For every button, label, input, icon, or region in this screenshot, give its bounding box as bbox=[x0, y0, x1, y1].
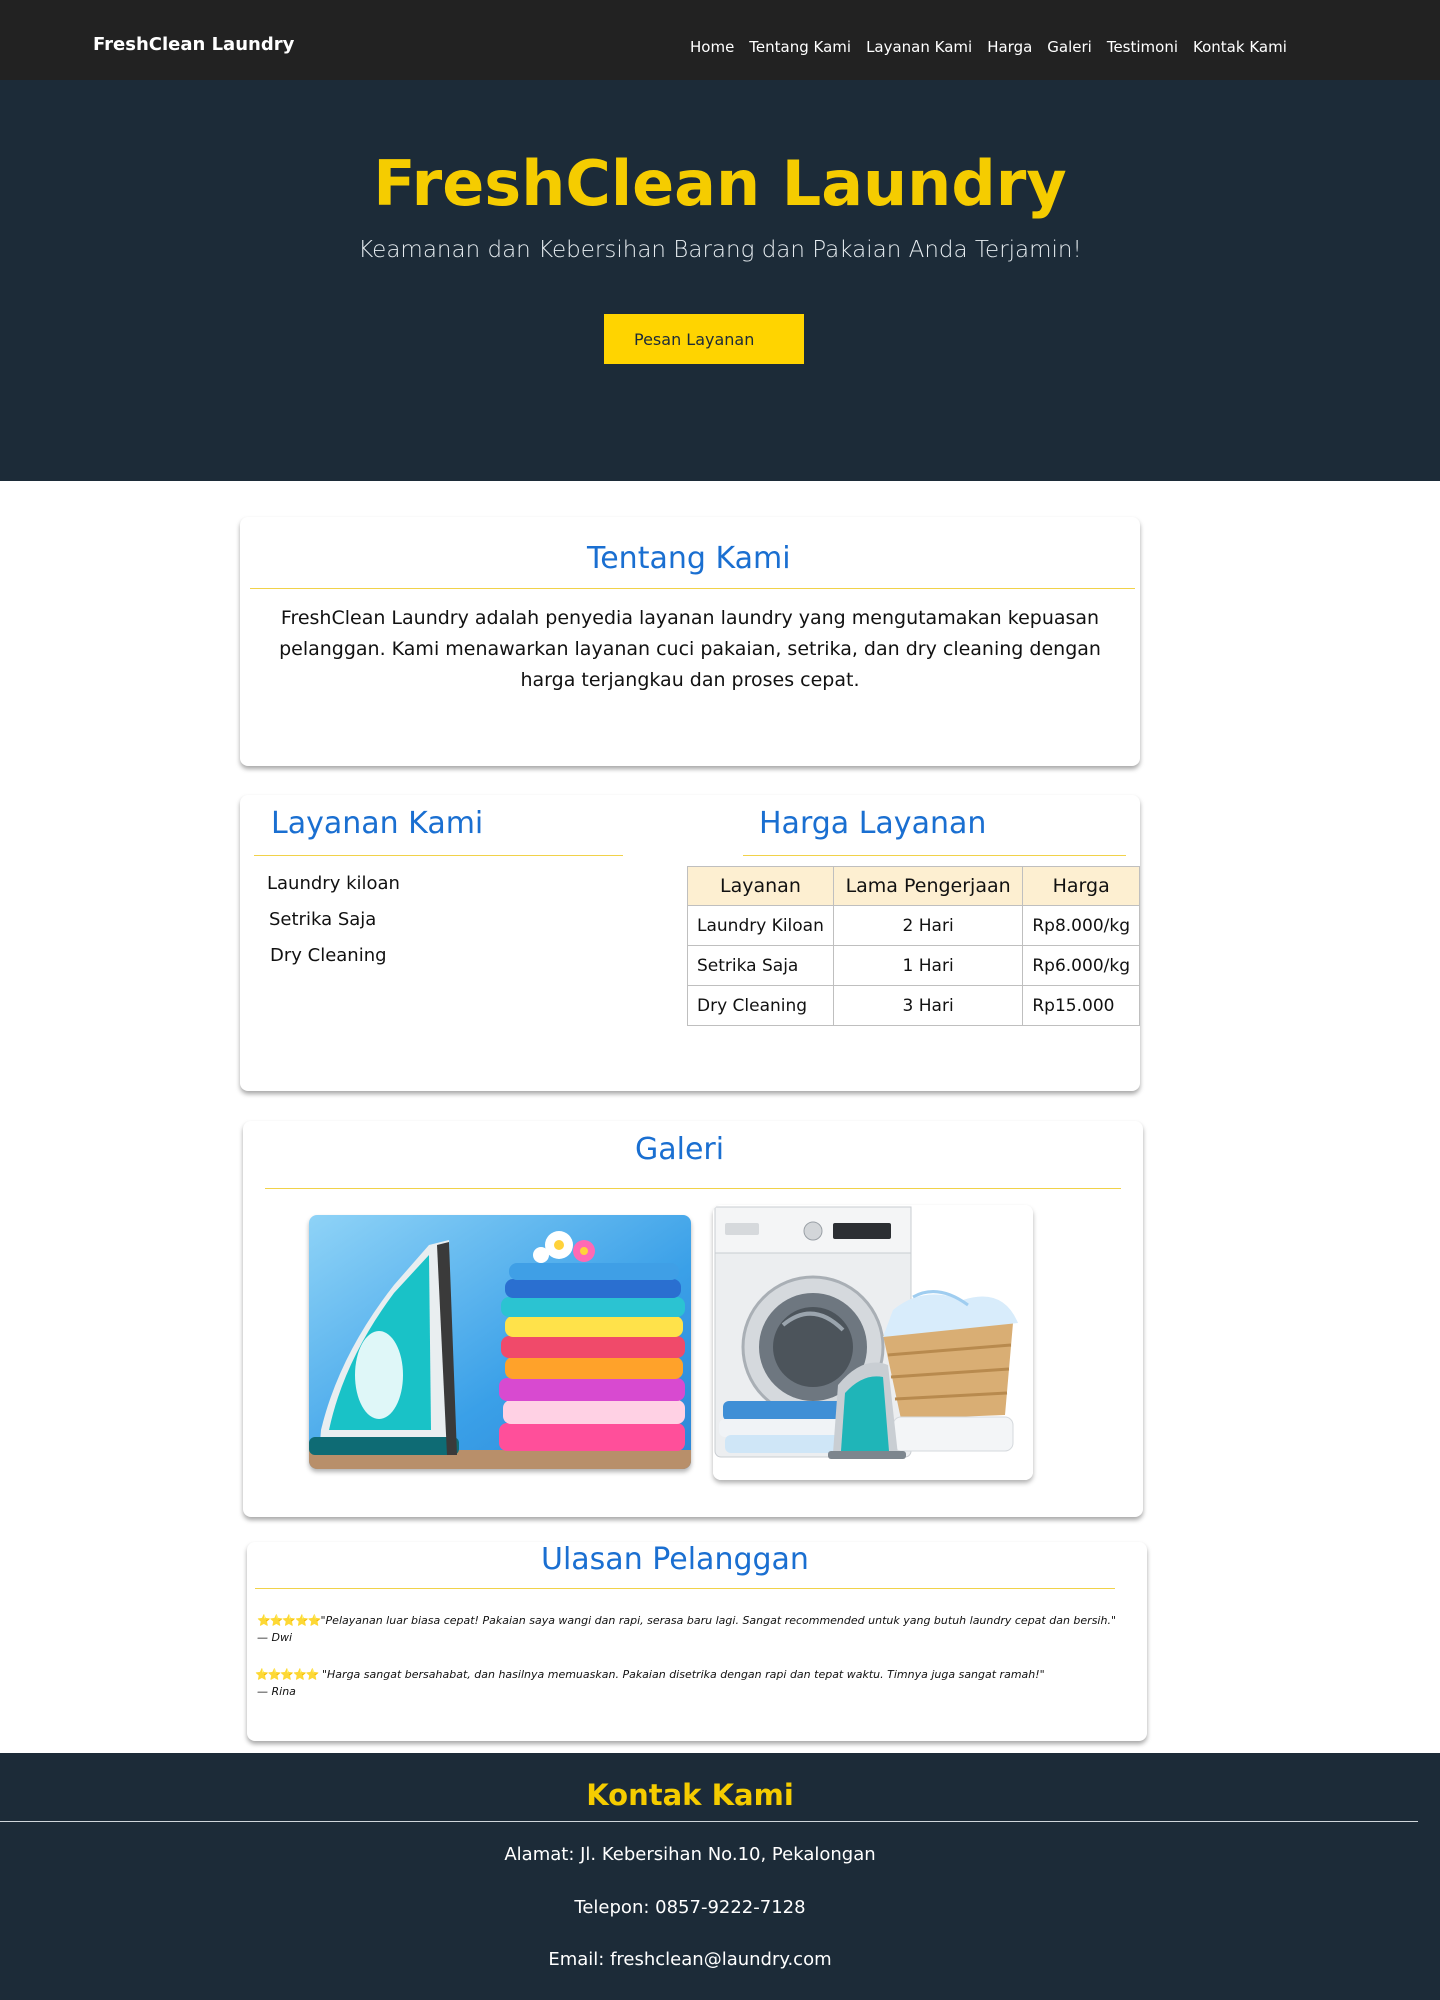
iron-and-folded-clothes-image[interactable] bbox=[309, 1215, 691, 1469]
price-table-header: Lama Pengerjaan bbox=[832, 866, 1024, 906]
contact-footer: Kontak Kami Alamat: Jl. Kebersihan No.10… bbox=[0, 1753, 1440, 2000]
review-text: "Harga sangat bersahabat, dan hasilnya m… bbox=[318, 1668, 1045, 1681]
nav-link-kontak-kami[interactable]: Kontak Kami bbox=[1193, 38, 1287, 56]
hero-section: FreshClean Laundry Keamanan dan Kebersih… bbox=[0, 80, 1440, 481]
navbar: FreshClean Laundry Home Tentang Kami Lay… bbox=[0, 0, 1440, 80]
gallery-divider bbox=[265, 1188, 1121, 1189]
about-title: Tentang Kami bbox=[587, 541, 791, 576]
table-row: Laundry Kiloan 2 Hari Rp8.000/kg bbox=[687, 905, 1140, 946]
nav-link-tentang-kami[interactable]: Tentang Kami bbox=[749, 38, 851, 56]
nav-link-home[interactable]: Home bbox=[690, 38, 734, 56]
services-title: Layanan Kami bbox=[271, 806, 484, 841]
about-section: Tentang Kami FreshClean Laundry adalah p… bbox=[240, 517, 1140, 766]
table-cell-service: Laundry Kiloan bbox=[687, 905, 834, 946]
price-table-header-row: Layanan Lama Pengerjaan Harga bbox=[687, 866, 1140, 906]
rating-stars-icon: ⭐⭐⭐⭐⭐ bbox=[255, 1668, 319, 1681]
table-row: Setrika Saja 1 Hari Rp6.000/kg bbox=[687, 945, 1140, 986]
reviews-title: Ulasan Pelanggan bbox=[541, 1542, 809, 1577]
contact-title: Kontak Kami bbox=[586, 1778, 794, 1812]
services-divider bbox=[254, 855, 623, 856]
contact-address: Alamat: Jl. Kebersihan No.10, Pekalongan bbox=[504, 1844, 876, 1865]
price-table-header: Harga bbox=[1022, 866, 1140, 906]
gallery-title: Galeri bbox=[635, 1132, 725, 1167]
prices-divider bbox=[743, 855, 1126, 856]
hero-subtitle: Keamanan dan Kebersihan Barang dan Pakai… bbox=[358, 237, 1082, 263]
table-cell-duration: 3 Hari bbox=[832, 985, 1024, 1026]
services-list: Laundry kiloan Setrika Saja Dry Cleaning bbox=[267, 875, 400, 983]
reviews-divider bbox=[255, 1588, 1115, 1589]
gallery-section: Galeri bbox=[243, 1121, 1143, 1517]
nav-link-harga[interactable]: Harga bbox=[987, 38, 1032, 56]
review-text: "Pelayanan luar biasa cepat! Pakaian say… bbox=[320, 1614, 1117, 1627]
table-cell-price: Rp6.000/kg bbox=[1022, 945, 1140, 986]
rating-stars-icon: ⭐⭐⭐⭐⭐ bbox=[257, 1614, 321, 1627]
table-cell-duration: 2 Hari bbox=[832, 905, 1024, 946]
table-row: Dry Cleaning 3 Hari Rp15.000 bbox=[687, 985, 1140, 1026]
table-cell-price: Rp8.000/kg bbox=[1022, 905, 1140, 946]
service-item: Dry Cleaning bbox=[270, 945, 387, 966]
brand-logo[interactable]: FreshClean Laundry bbox=[93, 34, 294, 55]
table-cell-price: Rp15.000 bbox=[1022, 985, 1140, 1026]
nav-links: Home Tentang Kami Layanan Kami Harga Gal… bbox=[690, 38, 1302, 56]
footer-divider bbox=[0, 1821, 1418, 1822]
about-text: FreshClean Laundry adalah penyedia layan… bbox=[279, 607, 1101, 691]
contact-phone[interactable]: Telepon: 0857-9222-7128 bbox=[0, 1897, 1380, 1918]
nav-link-testimoni[interactable]: Testimoni bbox=[1107, 38, 1178, 56]
services-section: Layanan Kami Laundry kiloan Setrika Saja… bbox=[240, 795, 1140, 1091]
contact-email[interactable]: Email: freshclean@laundry.com bbox=[0, 1949, 1380, 1970]
review-item: ⭐⭐⭐⭐⭐ "Harga sangat bersahabat, dan hasi… bbox=[255, 1666, 1135, 1700]
table-cell-duration: 1 Hari bbox=[832, 945, 1024, 986]
order-service-button[interactable]: Pesan Layanan bbox=[604, 314, 804, 364]
review-author: — Rina bbox=[257, 1685, 296, 1698]
review-author: — Dwi bbox=[257, 1631, 293, 1644]
prices-title: Harga Layanan bbox=[759, 806, 987, 841]
service-item: Setrika Saja bbox=[269, 909, 377, 930]
washing-machine-and-laundry-image[interactable] bbox=[713, 1205, 1033, 1480]
reviews-section: Ulasan Pelanggan ⭐⭐⭐⭐⭐"Pelayanan luar bi… bbox=[247, 1542, 1147, 1741]
review-item: ⭐⭐⭐⭐⭐"Pelayanan luar biasa cepat! Pakaia… bbox=[257, 1612, 1137, 1646]
hero-title: FreshClean Laundry bbox=[373, 147, 1067, 220]
table-cell-service: Setrika Saja bbox=[687, 945, 834, 986]
table-cell-service: Dry Cleaning bbox=[687, 985, 834, 1026]
nav-link-galeri[interactable]: Galeri bbox=[1047, 38, 1092, 56]
nav-link-layanan-kami[interactable]: Layanan Kami bbox=[866, 38, 972, 56]
service-item: Laundry kiloan bbox=[267, 873, 400, 894]
price-table: Layanan Lama Pengerjaan Harga Laundry Ki… bbox=[687, 866, 1140, 1026]
about-divider bbox=[250, 588, 1135, 589]
price-table-header: Layanan bbox=[687, 866, 834, 906]
